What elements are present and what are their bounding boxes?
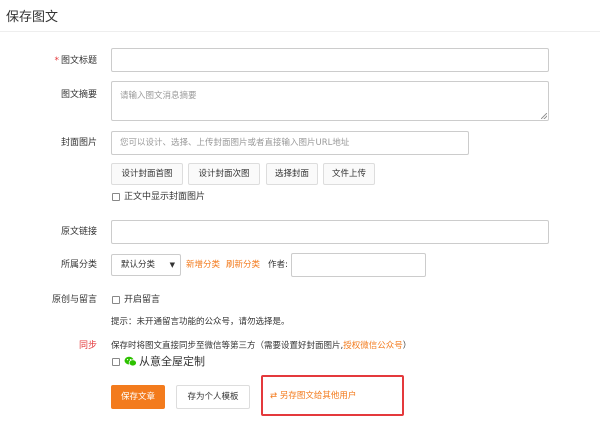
- upload-file-button[interactable]: 文件上传: [323, 163, 375, 185]
- share-to-users-link[interactable]: ⇄ 另存图文给其他用户: [270, 390, 356, 402]
- design-cover-main-button[interactable]: 设计封面首图: [111, 163, 183, 185]
- category-label: 所属分类: [60, 260, 97, 270]
- caret-down-icon: ▼: [169, 261, 175, 269]
- comments-hint: 提示：未开通留言功能的公众号，请勿选择是。: [111, 317, 290, 327]
- title-label-text: 图文标题: [60, 56, 97, 66]
- title-input[interactable]: [111, 48, 549, 72]
- wechat-account-checkbox[interactable]: [112, 358, 120, 366]
- design-cover-secondary-button[interactable]: 设计封面次图: [188, 163, 260, 185]
- category-selected-value: 默认分类: [121, 260, 156, 270]
- source-link-label: 原文链接: [60, 227, 97, 237]
- save-as-template-button[interactable]: 存为个人模板: [176, 385, 250, 409]
- author-input[interactable]: [291, 253, 426, 277]
- refresh-category-link[interactable]: 刷新分类: [226, 259, 260, 271]
- cover-label: 封面图片: [60, 138, 97, 148]
- page-title: 保存图文: [6, 10, 59, 25]
- sync-label: 同步: [78, 341, 97, 351]
- enable-comments-checkbox[interactable]: [112, 296, 120, 304]
- summary-wrapper: [111, 81, 549, 121]
- choose-cover-button[interactable]: 选择封面: [266, 163, 318, 185]
- source-link-input[interactable]: [111, 220, 549, 244]
- add-category-link[interactable]: 新增分类: [186, 259, 220, 271]
- title-label: * 图文标题: [5, 55, 97, 67]
- authorize-wechat-link[interactable]: 授权微信公众号: [343, 341, 403, 351]
- comments-label: 原创与留言: [51, 295, 97, 305]
- required-mark: *: [54, 56, 59, 66]
- share-icon: ⇄: [270, 391, 278, 401]
- sync-description-end: ）: [402, 341, 412, 351]
- share-to-users-label: 另存图文给其他用户: [279, 391, 357, 401]
- header-divider: [0, 31, 600, 32]
- author-label: 作者:: [268, 260, 288, 270]
- show-cover-in-body-checkbox[interactable]: [112, 193, 120, 201]
- cover-url-input[interactable]: [111, 131, 469, 155]
- wechat-icon: [124, 356, 137, 367]
- show-cover-in-body-label: 正文中显示封面图片: [124, 192, 206, 202]
- enable-comments-label: 开启留言: [124, 295, 161, 305]
- sync-description: 保存时将图文直接同步至微信等第三方（需要设置好封面图片,授权微信公众号）: [111, 340, 411, 352]
- summary-textarea[interactable]: [111, 81, 549, 121]
- save-article-button[interactable]: 保存文章: [111, 385, 165, 409]
- wechat-account-label: 从意全屋定制: [139, 355, 205, 368]
- summary-label: 图文摘要: [60, 90, 97, 100]
- sync-description-text: 保存时将图文直接同步至微信等第三方（需要设置好封面图片,: [111, 341, 344, 351]
- category-select[interactable]: 默认分类 ▼: [111, 254, 181, 276]
- resize-grip-icon[interactable]: [541, 113, 547, 119]
